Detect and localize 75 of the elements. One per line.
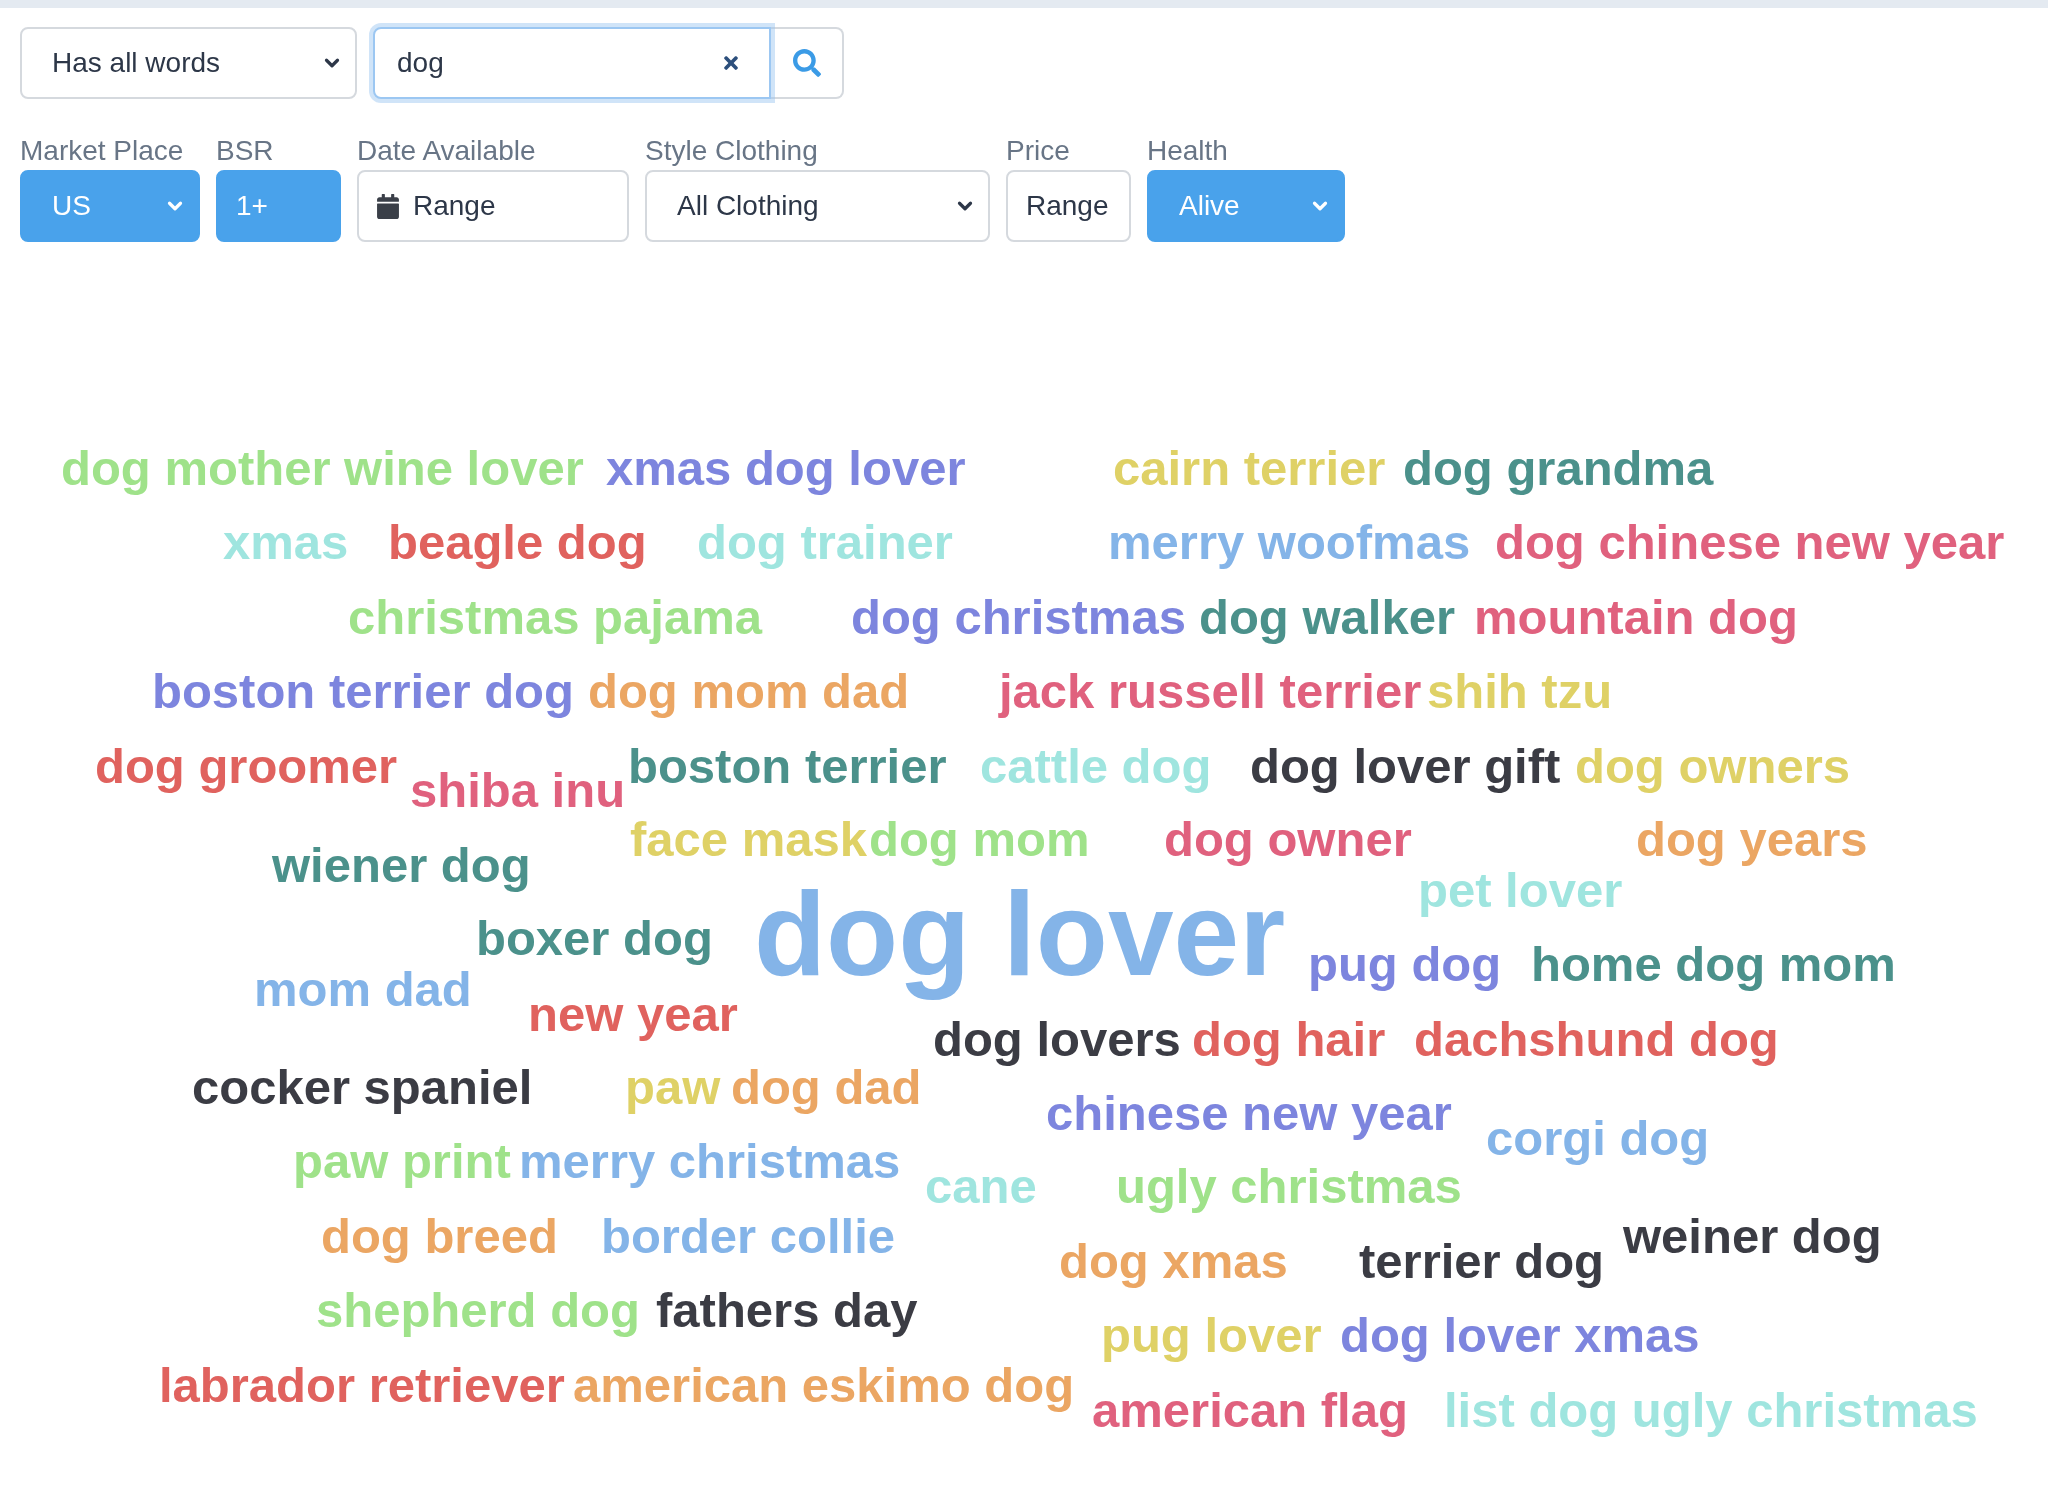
cloud-word: dog trainer — [697, 514, 953, 571]
cloud-word: dog owner — [1164, 811, 1412, 868]
cloud-word: dog dad — [731, 1059, 922, 1116]
cloud-word: weiner dog — [1623, 1208, 1882, 1265]
cloud-word: pug lover — [1101, 1307, 1322, 1364]
cloud-word: cocker spaniel — [192, 1059, 533, 1116]
match-mode-select[interactable]: Has all words — [20, 27, 357, 99]
cloud-word: dog mom dad — [588, 663, 910, 720]
filter-label: Style Clothing — [645, 135, 819, 167]
cloud-word: dog lover — [754, 867, 1286, 1002]
search-button[interactable] — [771, 27, 844, 99]
filter-label: Market Place — [20, 135, 185, 167]
cloud-word: christmas pajama — [348, 589, 762, 646]
close-icon — [721, 53, 741, 73]
cloud-word: shepherd dog — [316, 1282, 640, 1339]
cloud-word: labrador retriever — [159, 1357, 565, 1414]
cloud-word: terrier dog — [1359, 1233, 1605, 1290]
cloud-word: merry woofmas — [1108, 514, 1471, 571]
cloud-word: cattle dog — [980, 738, 1212, 795]
cloud-word: shih tzu — [1427, 663, 1613, 720]
cloud-word: pug dog — [1308, 936, 1502, 993]
filter-label: Health — [1147, 135, 1229, 167]
cloud-word: dog walker — [1199, 589, 1455, 646]
cloud-word: boston terrier — [628, 738, 947, 795]
cloud-word: boston terrier dog — [152, 663, 574, 720]
cloud-word: list dog ugly christmas — [1444, 1382, 1978, 1439]
cloud-word: dog xmas — [1059, 1233, 1288, 1290]
cloud-word: paw print — [293, 1133, 511, 1190]
cloud-word: shiba inu — [410, 762, 626, 819]
cloud-word: border collie — [601, 1208, 896, 1265]
cloud-word: ugly christmas — [1116, 1158, 1462, 1215]
search-icon — [792, 49, 821, 77]
cloud-word: dog groomer — [95, 738, 398, 795]
cloud-word: paw — [625, 1059, 721, 1116]
cloud-word: mom dad — [254, 961, 472, 1018]
cloud-word: dog chinese new year — [1495, 514, 2005, 571]
cloud-word: dachshund dog — [1414, 1011, 1779, 1068]
cloud-word: wiener dog — [272, 837, 531, 894]
cloud-word: dog owners — [1575, 738, 1850, 795]
cloud-word: dog hair — [1192, 1011, 1386, 1068]
cloud-word: corgi dog — [1486, 1110, 1710, 1167]
cloud-word: dog lover xmas — [1340, 1307, 1700, 1364]
cloud-word: face mask — [630, 811, 867, 868]
filter-select[interactable]: All Clothing — [645, 170, 990, 242]
cloud-word: american eskimo dog — [573, 1357, 1075, 1414]
cloud-word: pet lover — [1418, 862, 1623, 919]
filter-input[interactable]: Range — [1006, 170, 1131, 242]
cloud-word: dog mom — [869, 811, 1090, 868]
filter-label: BSR — [216, 135, 275, 167]
cloud-word: home dog mom — [1531, 936, 1896, 993]
cloud-word: dog mother wine lover — [61, 440, 584, 497]
cloud-word: jack russell terrier — [999, 663, 1422, 720]
cloud-word: boxer dog — [476, 910, 713, 967]
date-range-button[interactable]: Range — [357, 170, 629, 242]
search-field[interactable]: dog — [373, 27, 771, 99]
cloud-word: cane — [925, 1158, 1037, 1215]
filter-label: Price — [1006, 135, 1071, 167]
cloud-word: dog lover gift — [1250, 738, 1561, 795]
filter-label: Date Available — [357, 135, 537, 167]
cloud-word: dog breed — [321, 1208, 558, 1265]
cloud-word: xmas dog lover — [606, 440, 966, 497]
cloud-word: merry christmas — [519, 1133, 901, 1190]
cloud-word: new year — [528, 986, 738, 1043]
cloud-word: chinese new year — [1046, 1085, 1452, 1142]
cloud-word: fathers day — [656, 1282, 918, 1339]
cloud-word: beagle dog — [388, 514, 647, 571]
cloud-word: mountain dog — [1474, 589, 1798, 646]
calendar-icon — [377, 193, 399, 219]
cloud-word: dog years — [1636, 811, 1868, 868]
cloud-word: cairn terrier — [1113, 440, 1386, 497]
cloud-word: dog grandma — [1403, 440, 1714, 497]
cloud-word: xmas — [223, 514, 349, 571]
cloud-word: american flag — [1092, 1382, 1408, 1439]
cloud-word: dog lovers — [933, 1011, 1181, 1068]
cloud-word: dog christmas — [851, 589, 1186, 646]
